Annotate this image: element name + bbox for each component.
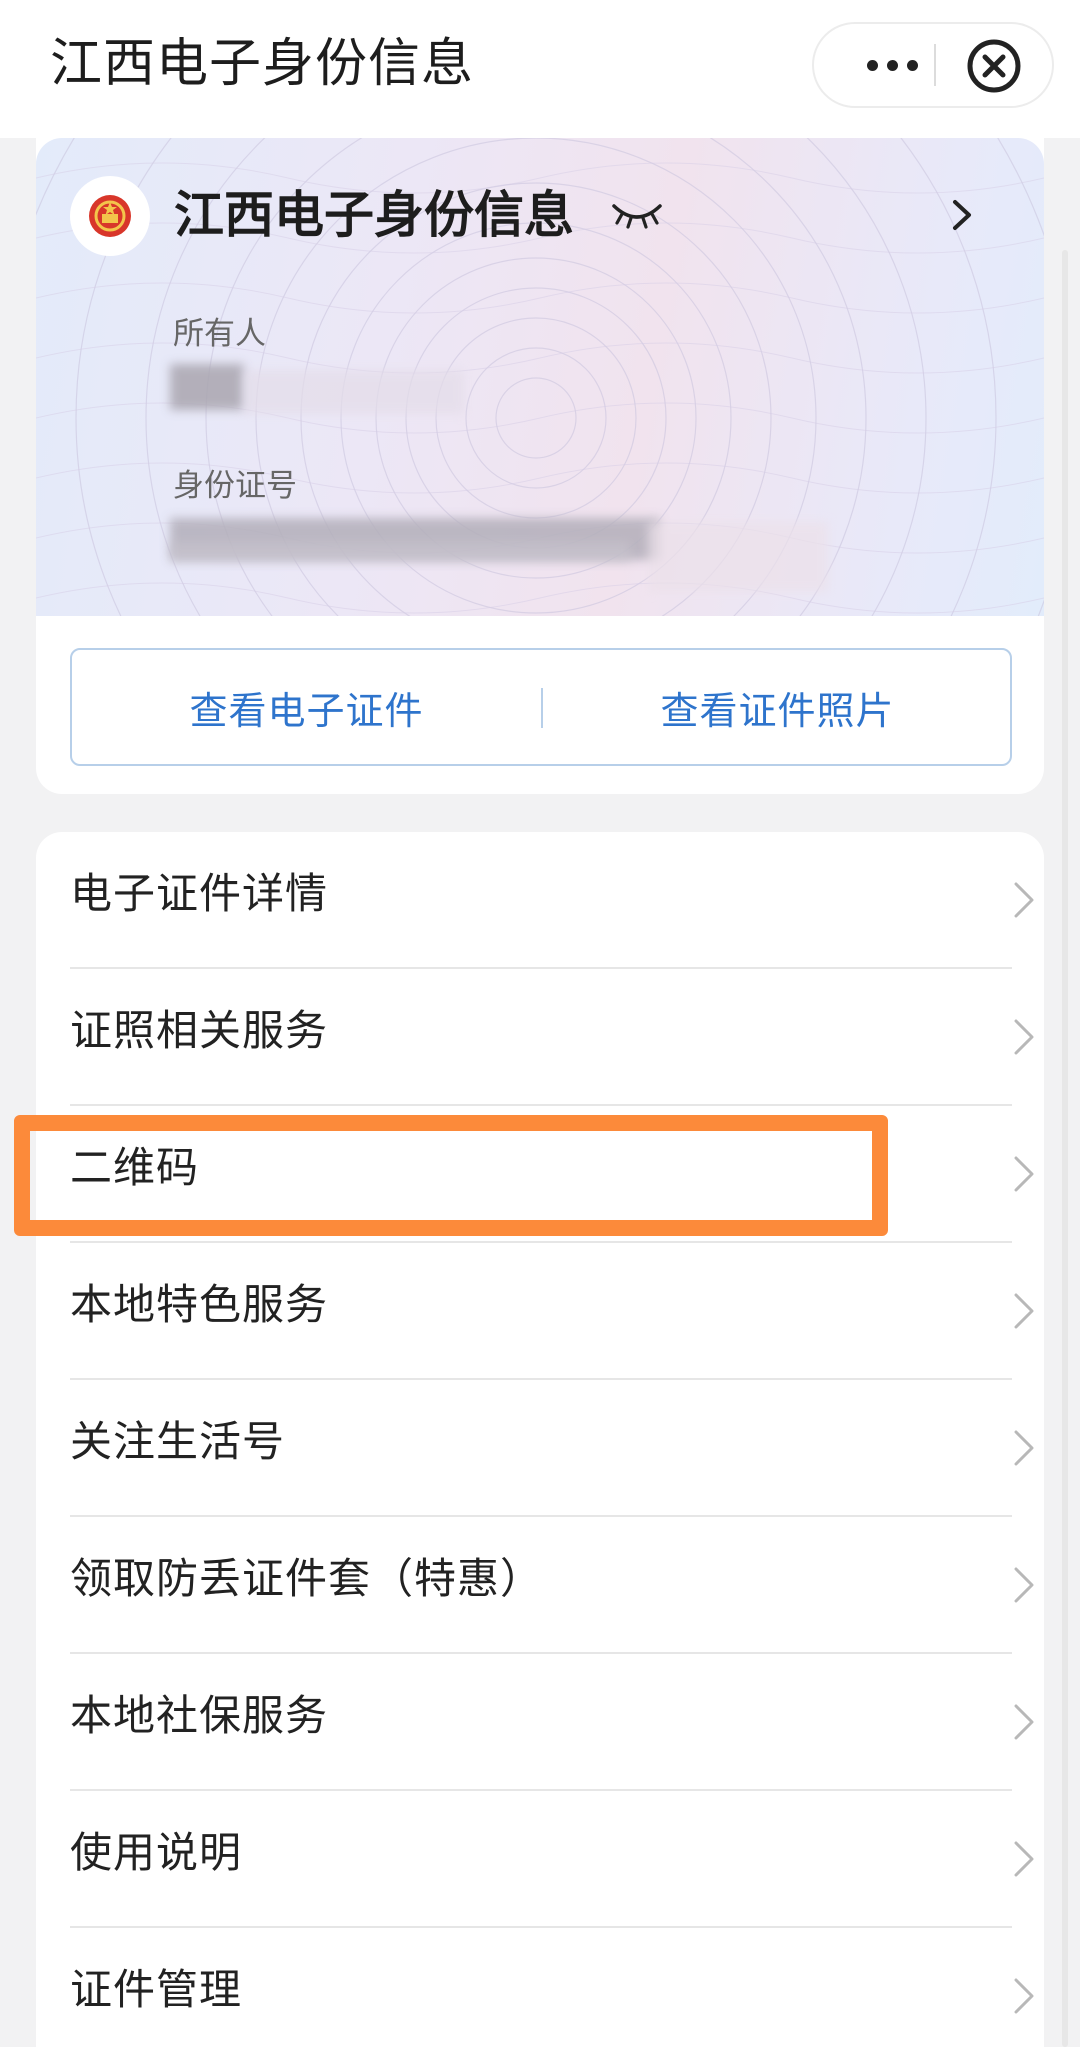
chevron-right-icon	[1014, 1156, 1034, 1192]
menu-item-label: 使用说明	[70, 1828, 243, 1877]
view-photo-button[interactable]: 查看证件照片	[543, 650, 1012, 764]
menu-item-label: 领取防丢证件套（特惠）	[70, 1554, 544, 1603]
menu-item-certificate-details[interactable]: 电子证件详情	[70, 832, 1044, 969]
chevron-right-icon	[1014, 1567, 1034, 1603]
menu-item-label: 证件管理	[70, 1965, 243, 2014]
menu-item-label: 二维码	[70, 1143, 200, 1192]
menu-item-label: 关注生活号	[70, 1417, 286, 1466]
close-circle-icon[interactable]	[966, 38, 1022, 94]
view-certificate-button[interactable]: 查看电子证件	[72, 650, 541, 764]
chevron-right-icon	[1014, 1978, 1034, 2014]
chevron-right-icon	[1014, 1019, 1034, 1055]
capsule-divider	[934, 44, 936, 86]
nav-bar: 江西电子身份信息	[0, 0, 1080, 138]
menu-item-label: 电子证件详情	[70, 869, 329, 918]
menu-item-anti-loss-cover[interactable]: 领取防丢证件套（特惠）	[70, 1517, 1044, 1654]
service-menu: 电子证件详情 证照相关服务 二维码 本地特色服务 关注生活号 领取防丢证件套（特…	[36, 832, 1044, 2047]
mini-program-capsule	[812, 22, 1054, 108]
menu-item-related-services[interactable]: 证照相关服务	[70, 969, 1044, 1106]
menu-item-qr-code[interactable]: 二维码	[70, 1106, 1044, 1243]
menu-item-local-services[interactable]: 本地特色服务	[70, 1243, 1044, 1380]
menu-item-certificate-management[interactable]: 证件管理	[70, 1928, 1044, 2047]
chevron-right-icon	[1014, 1841, 1034, 1877]
chevron-right-icon	[1014, 882, 1034, 918]
chevron-right-icon	[1014, 1704, 1034, 1740]
card-header[interactable]: 江西电子身份信息 所有人 身份证号	[36, 138, 1044, 616]
scrollbar[interactable]	[1062, 250, 1068, 2047]
card-title: 江西电子身份信息	[174, 186, 574, 244]
menu-item-label: 本地特色服务	[70, 1280, 329, 1329]
menu-item-label: 证照相关服务	[70, 1006, 329, 1055]
id-number-label: 身份证号	[173, 468, 297, 504]
owner-label: 所有人	[173, 316, 266, 352]
eye-closed-icon[interactable]	[610, 194, 664, 234]
chevron-right-icon	[1014, 1293, 1034, 1329]
card-actions: 查看电子证件 查看证件照片	[70, 648, 1012, 766]
chevron-right-icon	[1014, 1430, 1034, 1466]
more-dots-icon[interactable]	[844, 24, 940, 106]
national-emblem-icon	[70, 176, 150, 256]
menu-item-social-security[interactable]: 本地社保服务	[70, 1654, 1044, 1791]
menu-item-label: 本地社保服务	[70, 1691, 329, 1740]
identity-card: 江西电子身份信息 所有人 身份证号 查看电子证件 查看证件照片	[36, 138, 1044, 794]
page-title: 江西电子身份信息	[50, 34, 475, 94]
menu-item-instructions[interactable]: 使用说明	[70, 1791, 1044, 1928]
chevron-right-icon[interactable]	[942, 190, 982, 240]
menu-item-follow-account[interactable]: 关注生活号	[70, 1380, 1044, 1517]
